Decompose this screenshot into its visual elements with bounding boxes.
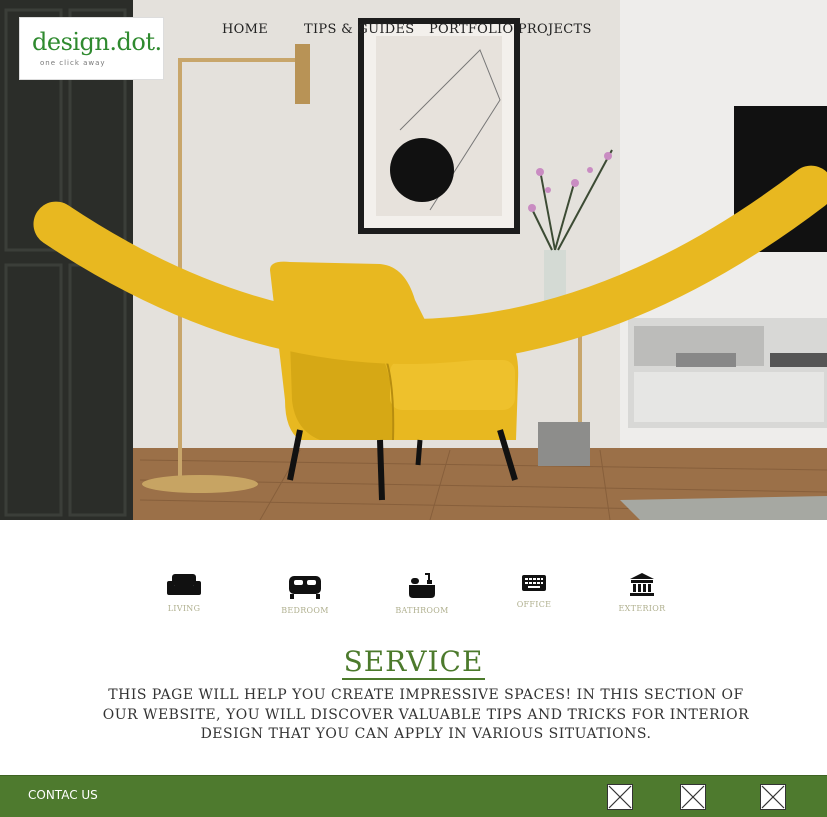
service-description: THIS PAGE WILL HELP YOU CREATE IMPRESSIV… [102,687,750,742]
image-placeholder-icon [681,785,705,809]
contact-us-link[interactable]: CONTAC US [28,788,98,802]
category-bedroom[interactable]: BEDROOM [265,572,345,615]
building-icon [630,573,654,596]
category-label: BEDROOM [281,606,329,615]
keyboard-icon [522,575,546,591]
hero-image: design.dot. one click away HOME TIPS & G… [0,0,827,520]
footer: CONTAC US [0,775,827,817]
main-nav: HOME TIPS & GUIDES PORTFOLIO PROJECTS [0,22,827,42]
nav-home[interactable]: HOME [222,22,268,37]
social-link-3[interactable] [760,784,786,810]
category-living[interactable]: LIVING [144,572,224,613]
nav-tips-guides[interactable]: TIPS & GUIDES [304,22,415,37]
nav-portfolio-projects[interactable]: PORTFOLIO PROJECTS [429,22,592,37]
category-exterior[interactable]: EXTERIOR [602,572,682,613]
category-label: EXTERIOR [618,604,666,613]
social-link-2[interactable] [680,784,706,810]
page: design.dot. one click away HOME TIPS & G… [0,0,827,817]
bed-icon [289,576,321,599]
service-title: SERVICE [0,645,827,680]
category-office[interactable]: OFFICE [494,572,574,609]
bathtub-icon [409,573,435,598]
category-bathroom[interactable]: BATHROOM [382,572,462,615]
category-label: OFFICE [516,600,552,609]
image-placeholder-icon [761,785,785,809]
category-label: BATHROOM [395,606,449,615]
sofa-icon [167,574,201,595]
image-placeholder-icon [608,785,632,809]
category-label: LIVING [167,604,201,613]
service-title-text: SERVICE [341,645,486,680]
social-link-1[interactable] [607,784,633,810]
smile-swoosh-icon [33,165,827,364]
